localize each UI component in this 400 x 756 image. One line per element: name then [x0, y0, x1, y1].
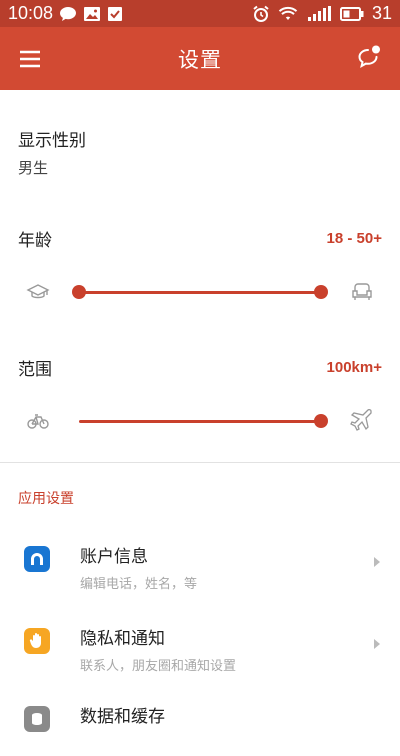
app-bar: 设置: [0, 27, 400, 90]
airplane-icon: [350, 408, 374, 433]
age-slider-thumb-low[interactable]: [72, 285, 86, 299]
signal-icon: [306, 5, 332, 22]
chevron-right-icon: [372, 553, 382, 567]
chat-notify-icon[interactable]: [356, 44, 382, 70]
age-setting: 年龄 18 - 50+: [18, 226, 382, 251]
check-box-icon: [107, 6, 123, 22]
app-settings-header: 应用设置: [18, 491, 74, 507]
gender-setting[interactable]: 显示性别 男生: [18, 126, 86, 178]
age-slider-track: [79, 291, 321, 294]
distance-setting: 范围 100km+: [18, 355, 382, 380]
distance-label: 范围: [18, 360, 52, 380]
section-divider: [0, 462, 400, 463]
graduation-cap-icon: [26, 280, 50, 304]
list-item-data-cache[interactable]: 数据和缓存: [0, 696, 400, 756]
account-icon: [24, 546, 50, 572]
distance-slider[interactable]: [0, 401, 400, 441]
distance-slider-track: [79, 420, 321, 423]
list-item-account-info[interactable]: 账户信息 编辑电话，姓名，等: [0, 536, 400, 596]
age-slider-thumb-high[interactable]: [314, 285, 328, 299]
age-value: 18 - 50+: [326, 230, 382, 247]
chevron-right-icon: [372, 635, 382, 649]
bicycle-icon: [26, 409, 50, 433]
armchair-icon: [350, 280, 374, 304]
gender-label: 显示性别: [18, 131, 86, 151]
status-bar: 10:08 31: [0, 0, 400, 27]
distance-value: 100km+: [326, 359, 382, 376]
hand-icon: [24, 628, 50, 654]
data-icon: [24, 706, 50, 732]
gender-value: 男生: [18, 159, 49, 177]
battery-level: 31: [371, 3, 392, 23]
list-item-privacy-notifications[interactable]: 隐私和通知 联系人，朋友圈和通知设置: [0, 618, 400, 678]
list-item-title: 数据和缓存: [80, 707, 165, 727]
settings-content: 显示性别 男生 年龄 18 - 50+ 范围 100km+ 应用设置 账户信息 …: [0, 90, 400, 732]
image-icon: [83, 6, 101, 22]
page-title: 设置: [178, 47, 222, 72]
list-item-title: 账户信息: [80, 547, 148, 567]
distance-slider-thumb[interactable]: [314, 414, 328, 428]
chat-bubble-icon: [59, 6, 77, 22]
age-label: 年龄: [18, 231, 52, 251]
battery-icon: [339, 6, 364, 21]
wifi-icon: [278, 6, 298, 22]
alarm-icon: [252, 5, 270, 23]
list-item-title: 隐私和通知: [80, 629, 165, 649]
age-slider[interactable]: [0, 272, 400, 312]
list-item-subtitle: 编辑电话，姓名，等: [80, 577, 198, 592]
list-item-subtitle: 联系人，朋友圈和通知设置: [80, 659, 237, 674]
status-time: 10:08: [8, 3, 54, 23]
menu-icon[interactable]: [18, 47, 42, 71]
